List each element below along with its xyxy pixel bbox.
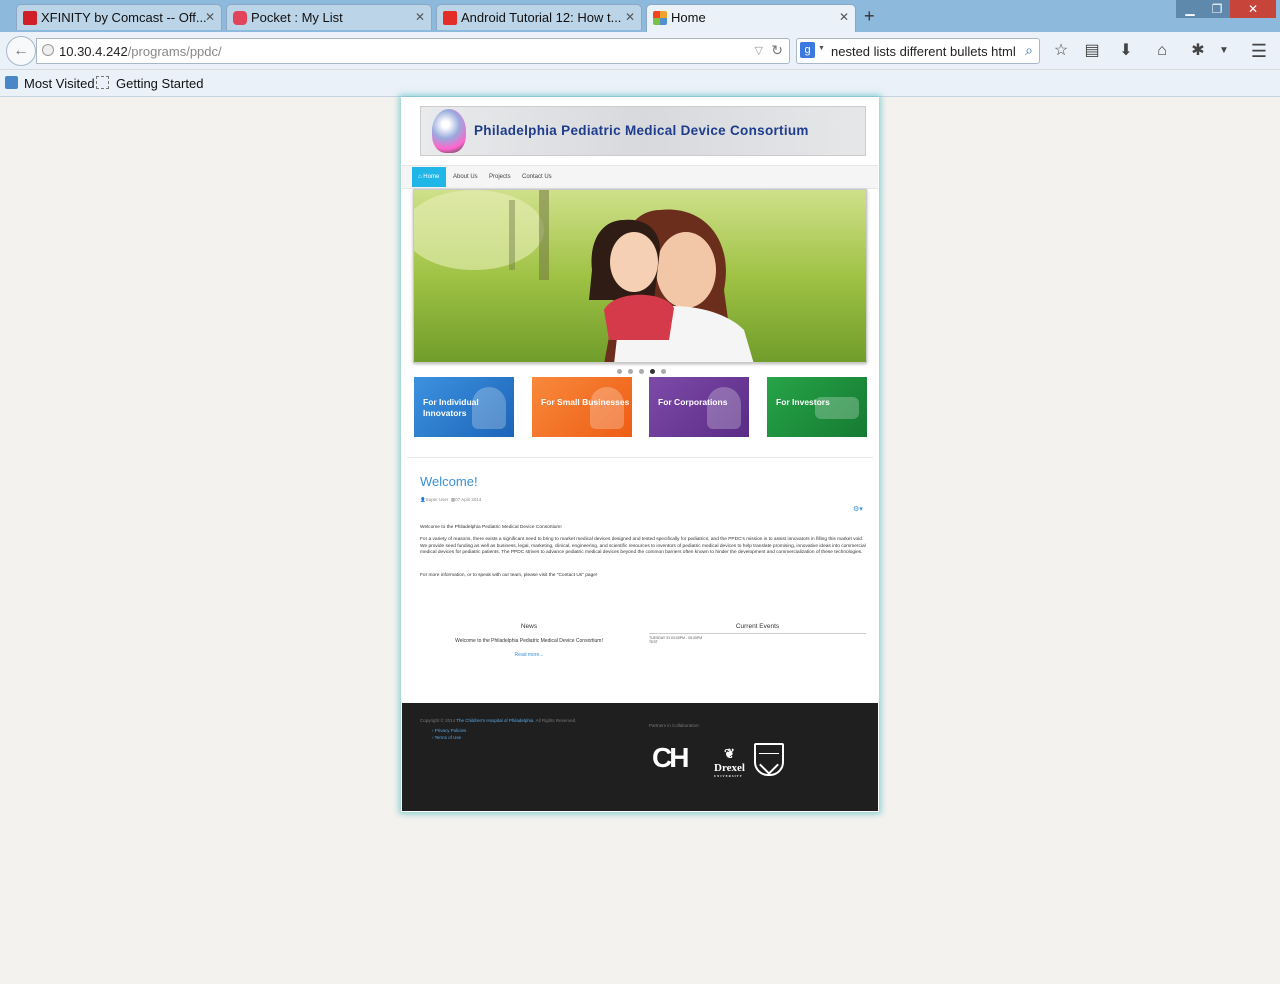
browser-tab-home[interactable]: Home ✕ xyxy=(646,4,856,32)
minimize-icon[interactable]: ▁ xyxy=(1176,0,1204,18)
slider-dot[interactable] xyxy=(628,369,633,374)
browser-tab-youtube[interactable]: Android Tutorial 12: How t... ✕ xyxy=(436,4,642,30)
bookmark-most-visited[interactable]: Most Visited xyxy=(24,76,95,91)
nav-home[interactable]: ⌂ Home xyxy=(412,167,446,187)
most-visited-icon xyxy=(5,76,18,89)
dragon-icon: ❦ xyxy=(724,746,735,761)
article-contact: For more information, or to speak with o… xyxy=(420,573,598,578)
search-input[interactable]: nested lists different bullets html ⌕ xyxy=(796,38,1040,64)
group-icon xyxy=(590,387,624,429)
tab-title: XFINITY by Comcast -- Off... xyxy=(41,10,207,25)
engine-dropdown-icon[interactable]: ▼ xyxy=(818,45,825,52)
news-heading: News xyxy=(520,623,538,630)
article-intro: Welcome to the Philadelphia Pediatric Me… xyxy=(420,525,562,530)
search-query: nested lists different bullets html xyxy=(831,44,1016,59)
google-icon[interactable]: g xyxy=(800,42,815,58)
article-author: Super User xyxy=(425,497,449,502)
lightbulb-logo-icon xyxy=(432,109,466,153)
close-icon[interactable]: ✕ xyxy=(415,10,425,24)
slider-dot[interactable] xyxy=(639,369,644,374)
tab-title: Pocket : My List xyxy=(251,10,343,25)
dropdown-icon[interactable]: ▽ xyxy=(755,44,763,57)
person-icon xyxy=(472,387,506,429)
back-button[interactable]: ← xyxy=(6,36,36,66)
read-more-link[interactable]: Read more... xyxy=(420,652,638,658)
privacy-link[interactable]: › Privacy Policies xyxy=(432,728,466,733)
xfinity-icon xyxy=(23,11,37,25)
tile-small-businesses[interactable]: For Small Businesses xyxy=(532,377,632,437)
copyright-prefix: Copyright © 2014 xyxy=(420,718,456,723)
drexel-logo[interactable]: ❦ Drexel UNIVERSITY xyxy=(714,746,745,778)
browser-tab-xfinity[interactable]: XFINITY by Comcast -- Off... ✕ xyxy=(16,4,222,30)
slider-dot[interactable] xyxy=(661,369,666,374)
slider-dot-active[interactable] xyxy=(650,369,655,374)
article-title: Welcome! xyxy=(420,474,478,489)
tile-investors[interactable]: For Investors xyxy=(767,377,867,437)
news-item[interactable]: Welcome to the Philadelphia Pediatric Me… xyxy=(420,638,638,644)
new-tab-button[interactable]: + xyxy=(864,6,875,27)
close-icon[interactable]: ✕ xyxy=(625,10,635,24)
pocket-icon xyxy=(233,11,247,25)
tile-individual-innovators[interactable]: For Individual Innovators xyxy=(414,377,514,437)
url-bar[interactable]: 10.30.4.242/programs/ppdc/ ▽ ↻ xyxy=(36,38,790,64)
copyright: Copyright © 2014 The Children's Hospital… xyxy=(420,718,576,723)
drexel-wordmark: Drexel xyxy=(714,762,745,774)
bookmark-star-icon[interactable]: ☆ xyxy=(1049,40,1073,62)
page-icon xyxy=(96,76,109,89)
nav-home-label: Home xyxy=(423,174,440,180)
browser-tab-pocket[interactable]: Pocket : My List ✕ xyxy=(226,4,432,30)
chop-link[interactable]: The Children's Hospital of Philadelphia xyxy=(456,718,533,723)
copyright-suffix: . All Rights Reserved. xyxy=(533,718,577,723)
article-meta: 👤Super User ▦07 April 2014 xyxy=(420,497,481,503)
privacy-label: Privacy Policies xyxy=(434,728,467,733)
partners-label: Partners in Collaboration: xyxy=(649,723,700,728)
search-icon[interactable]: ⌕ xyxy=(1025,42,1033,59)
article-body: For a variety of reasons, there exists a… xyxy=(420,537,866,556)
hero-slider-image[interactable] xyxy=(413,189,867,363)
crowd-icon xyxy=(707,387,741,429)
terms-label: Terms of Use xyxy=(434,735,462,740)
event-title[interactable]: TEST xyxy=(649,640,866,644)
nav-contact-us[interactable]: Contact Us xyxy=(516,167,558,187)
mother-daughter-photo xyxy=(414,190,866,362)
reading-list-icon[interactable]: ▤ xyxy=(1080,40,1104,62)
tab-title: Home xyxy=(671,10,706,25)
tab-title: Android Tutorial 12: How t... xyxy=(461,10,622,25)
gear-icon[interactable]: ⚙▾ xyxy=(853,505,863,513)
download-icon[interactable]: ⬇ xyxy=(1114,40,1138,62)
window-close-icon[interactable]: ✕ xyxy=(1230,0,1276,18)
youtube-icon xyxy=(443,11,457,25)
tile-label: For Individual Innovators xyxy=(423,397,479,418)
handshake-icon xyxy=(815,397,859,419)
close-icon[interactable]: ✕ xyxy=(205,10,215,24)
news-module: News Welcome to the Philadelphia Pediatr… xyxy=(420,623,638,658)
nav-about-us[interactable]: About Us xyxy=(447,167,484,187)
addon-dropdown-icon[interactable]: ▼ xyxy=(1212,40,1236,62)
nav-projects[interactable]: Projects xyxy=(483,167,517,187)
site-title: Philadelphia Pediatric Medical Device Co… xyxy=(474,123,809,138)
bookmark-getting-started[interactable]: Getting Started xyxy=(116,76,203,91)
drexel-subtitle: UNIVERSITY xyxy=(714,774,743,778)
reload-icon[interactable]: ↻ xyxy=(771,42,783,59)
globe-icon[interactable] xyxy=(42,44,54,56)
home-icon[interactable]: ⌂ xyxy=(1150,40,1174,62)
url-path: /programs/ppdc/ xyxy=(127,44,222,59)
restore-icon[interactable]: ❐ xyxy=(1203,0,1231,18)
addon-icon[interactable]: ✱ xyxy=(1186,40,1210,62)
tile-corporations[interactable]: For Corporations xyxy=(649,377,749,437)
events-heading: Current Events xyxy=(649,623,866,634)
joomla-icon xyxy=(653,11,667,25)
penn-shield-icon[interactable] xyxy=(754,743,784,776)
article-date: 07 April 2014 xyxy=(455,497,482,502)
slider-dot[interactable] xyxy=(617,369,622,374)
divider xyxy=(407,457,873,458)
menu-icon[interactable]: ☰ xyxy=(1247,40,1271,62)
close-icon[interactable]: ✕ xyxy=(839,10,849,24)
events-module: Current Events TUESDAY 31 03:00PM - 05:3… xyxy=(649,623,866,644)
terms-link[interactable]: › Terms of Use xyxy=(432,735,461,740)
chop-logo[interactable]: CH xyxy=(652,742,689,774)
url-host: 10.30.4.242 xyxy=(59,44,128,59)
